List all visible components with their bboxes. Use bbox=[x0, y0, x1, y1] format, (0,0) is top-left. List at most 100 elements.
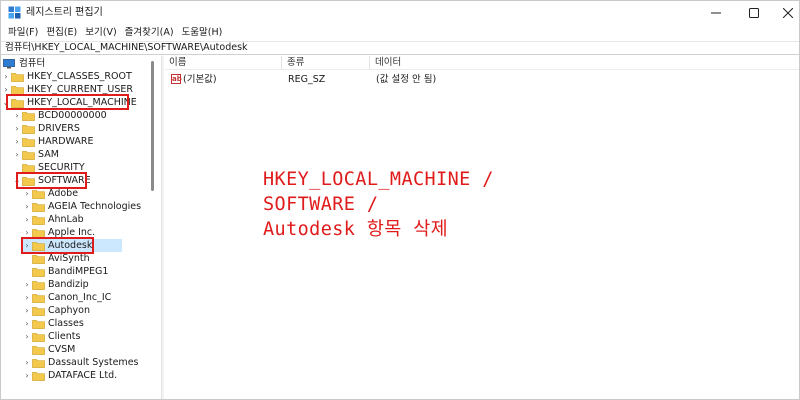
highlight-autodesk bbox=[21, 237, 94, 254]
annotation-line: Autodesk 항목 삭제 bbox=[263, 219, 449, 240]
folder-icon bbox=[22, 111, 35, 121]
tree-label: Bandizip bbox=[48, 279, 89, 290]
folder-icon bbox=[11, 72, 24, 82]
folder-icon bbox=[22, 137, 35, 147]
chevron-right-icon[interactable]: › bbox=[22, 369, 32, 382]
tree-label: DRIVERS bbox=[38, 123, 80, 134]
tree-label: Classes bbox=[48, 318, 84, 329]
chevron-right-icon[interactable]: › bbox=[22, 291, 32, 304]
column-data-header[interactable]: 데이터 bbox=[371, 57, 401, 69]
maximize-icon bbox=[749, 7, 759, 18]
list-header: 이름 종류 데이터 bbox=[165, 56, 799, 70]
value-name: (기본값) bbox=[183, 74, 217, 85]
annotation-line: SOFTWARE / bbox=[263, 194, 379, 215]
folder-icon bbox=[32, 228, 45, 238]
close-icon bbox=[783, 7, 793, 18]
tree-item-caphyon[interactable]: › Caphyon bbox=[22, 304, 90, 317]
tree-item-drivers[interactable]: › DRIVERS bbox=[12, 122, 80, 135]
chevron-right-icon[interactable]: › bbox=[22, 304, 32, 317]
folder-icon bbox=[32, 306, 45, 316]
close-button[interactable] bbox=[765, 1, 800, 24]
chevron-right-icon[interactable]: › bbox=[12, 135, 22, 148]
tree-label: Clients bbox=[48, 331, 81, 342]
tree-item-clients[interactable]: › Clients bbox=[22, 330, 80, 343]
menu-help[interactable]: 도움말(H) bbox=[179, 25, 228, 40]
value-data: (값 설정 안 됨) bbox=[376, 74, 437, 85]
regedit-app-icon bbox=[8, 6, 21, 19]
column-name-header[interactable]: 이름 bbox=[165, 57, 186, 69]
address-bar[interactable]: 컴퓨터\HKEY_LOCAL_MACHINE\SOFTWARE\Autodesk bbox=[1, 41, 799, 55]
tree-label: Canon_Inc_IC bbox=[48, 292, 112, 303]
folder-icon bbox=[32, 254, 45, 264]
folder-icon bbox=[32, 358, 45, 368]
folder-icon bbox=[32, 332, 45, 342]
folder-icon bbox=[32, 202, 45, 212]
tree-item-bcd[interactable]: › BCD00000000 bbox=[12, 109, 107, 122]
registry-editor-window: 레지스트리 편집기 파일(F) 편집(E) 보기(V) 즐겨찾기(A) 도움말(… bbox=[0, 0, 800, 400]
column-divider[interactable] bbox=[369, 56, 370, 70]
string-value-icon: ab bbox=[171, 74, 182, 84]
folder-icon bbox=[22, 150, 35, 160]
annotation-text: HKEY_LOCAL_MACHINE / SOFTWARE / Autodesk… bbox=[263, 167, 494, 242]
tree-item-dataface[interactable]: › DATAFACE Ltd. bbox=[22, 369, 117, 382]
chevron-right-icon[interactable]: › bbox=[22, 213, 32, 226]
window-title: 레지스트리 편집기 bbox=[26, 7, 103, 18]
chevron-right-icon[interactable]: › bbox=[1, 70, 11, 83]
folder-icon bbox=[32, 345, 45, 355]
chevron-right-icon[interactable]: › bbox=[12, 148, 22, 161]
folder-icon bbox=[22, 163, 35, 173]
tree-item-classes[interactable]: › Classes bbox=[22, 317, 84, 330]
tree-item-hardware[interactable]: › HARDWARE bbox=[12, 135, 94, 148]
column-type-header[interactable]: 종류 bbox=[283, 57, 304, 69]
tree-label: SAM bbox=[38, 149, 59, 160]
tree-item-ageia[interactable]: › AGEIA Technologies bbox=[22, 200, 141, 213]
folder-icon bbox=[32, 293, 45, 303]
chevron-right-icon[interactable]: › bbox=[22, 317, 32, 330]
value-type: REG_SZ bbox=[288, 74, 326, 85]
tree-label: Caphyon bbox=[48, 305, 90, 316]
column-divider[interactable] bbox=[281, 56, 282, 70]
menu-bar: 파일(F) 편집(E) 보기(V) 즐겨찾기(A) 도움말(H) bbox=[1, 24, 799, 41]
tree-item-sam[interactable]: › SAM bbox=[12, 148, 59, 161]
tree-label: BCD00000000 bbox=[38, 110, 107, 121]
tree-item-canon[interactable]: › Canon_Inc_IC bbox=[22, 291, 111, 304]
menu-view[interactable]: 보기(V) bbox=[82, 25, 121, 40]
tree-item-dassault[interactable]: › Dassault Systemes bbox=[22, 356, 138, 369]
tree-item-bandizip[interactable]: › Bandizip bbox=[22, 278, 89, 291]
tree-label: 컴퓨터 bbox=[19, 58, 46, 69]
title-bar: 레지스트리 편집기 bbox=[1, 1, 799, 24]
folder-icon bbox=[11, 85, 24, 95]
highlight-software bbox=[16, 172, 87, 189]
tree-item-computer[interactable]: 컴퓨터 bbox=[3, 57, 45, 70]
folder-icon bbox=[32, 215, 45, 225]
folder-icon bbox=[32, 371, 45, 381]
chevron-right-icon[interactable]: › bbox=[22, 330, 32, 343]
annotation-line: HKEY_LOCAL_MACHINE / bbox=[263, 169, 494, 190]
tree-label: HARDWARE bbox=[38, 136, 94, 147]
chevron-right-icon[interactable]: › bbox=[22, 200, 32, 213]
tree-scrollbar[interactable] bbox=[151, 61, 154, 191]
tree-label: BandiMPEG1 bbox=[48, 266, 109, 277]
menu-file[interactable]: 파일(F) bbox=[5, 25, 43, 40]
chevron-right-icon[interactable]: › bbox=[12, 109, 22, 122]
chevron-right-icon[interactable]: › bbox=[12, 122, 22, 135]
tree-item-hkey-classes-root[interactable]: › HKEY_CLASSES_ROOT bbox=[1, 70, 131, 83]
minimize-icon bbox=[711, 12, 721, 13]
tree-item-cvsm[interactable]: › CVSM bbox=[22, 343, 75, 356]
computer-icon bbox=[3, 58, 16, 69]
menu-favorites[interactable]: 즐겨찾기(A) bbox=[122, 25, 179, 40]
tree-label: Dassault Systemes bbox=[48, 357, 139, 368]
menu-edit[interactable]: 편집(E) bbox=[43, 25, 82, 40]
highlight-hkey-local-machine bbox=[6, 94, 129, 110]
pane-splitter[interactable] bbox=[161, 56, 164, 399]
chevron-right-icon[interactable]: › bbox=[22, 278, 32, 291]
tree-label: AGEIA Technologies bbox=[48, 201, 142, 212]
tree-item-bandimpeg1[interactable]: › BandiMPEG1 bbox=[22, 265, 108, 278]
folder-icon bbox=[22, 124, 35, 134]
folder-icon bbox=[32, 280, 45, 290]
chevron-right-icon[interactable]: › bbox=[22, 356, 32, 369]
tree-item-ahnlab[interactable]: › AhnLab bbox=[22, 213, 83, 226]
folder-icon bbox=[32, 267, 45, 277]
list-row[interactable]: ab (기본값) REG_SZ (값 설정 안 됨) bbox=[165, 73, 799, 86]
folder-icon bbox=[32, 189, 45, 199]
